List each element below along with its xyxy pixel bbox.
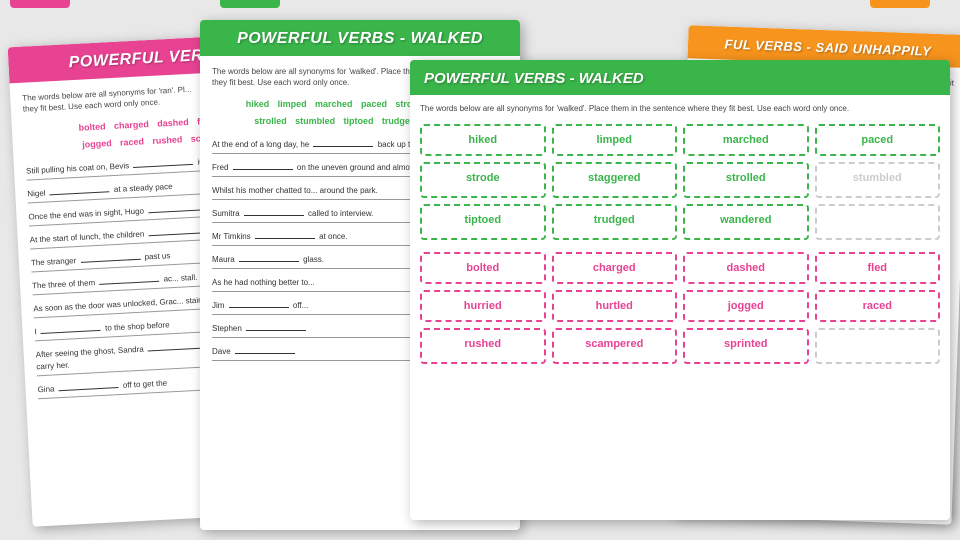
said-title: FUL VERBS - SAID UNHAPPILY <box>702 36 954 60</box>
tile-hurtled[interactable]: hurtled <box>552 290 678 322</box>
tiles-top-grid: hiked limped marched paced strode stagge… <box>420 124 940 240</box>
decorative-strip-right <box>870 0 930 8</box>
tile-rushed[interactable]: rushed <box>420 328 546 364</box>
tile-strode[interactable]: strode <box>420 162 546 198</box>
tile-jogged[interactable]: jogged <box>683 290 809 322</box>
tile-trudged[interactable]: trudged <box>552 204 678 240</box>
tile-strolled[interactable]: strolled <box>683 162 809 198</box>
worksheet-tiles: POWERFUL VERBS - WALKED The words below … <box>410 60 950 520</box>
walked-title: POWERFUL VERBS - WALKED <box>214 30 506 48</box>
tiles-title: POWERFUL VERBS - WALKED <box>424 70 936 87</box>
tile-sprinted[interactable]: sprinted <box>683 328 809 364</box>
walked-header: POWERFUL VERBS - WALKED <box>200 20 520 56</box>
tile-scampered[interactable]: scampered <box>552 328 678 364</box>
tile-raced[interactable]: raced <box>815 290 941 322</box>
tiles-bottom-grid: bolted charged dashed fled hurried hurtl… <box>420 252 940 364</box>
tile-hurried[interactable]: hurried <box>420 290 546 322</box>
tile-hiked[interactable]: hiked <box>420 124 546 156</box>
decorative-strip-left <box>10 0 70 8</box>
tile-charged[interactable]: charged <box>552 252 678 284</box>
tile-fled[interactable]: fled <box>815 252 941 284</box>
tile-paced[interactable]: paced <box>815 124 941 156</box>
tile-wandered[interactable]: wandered <box>683 204 809 240</box>
tile-marched[interactable]: marched <box>683 124 809 156</box>
tile-tiptoed[interactable]: tiptoed <box>420 204 546 240</box>
tile-empty-2 <box>815 204 941 240</box>
tile-empty-1: stumbled <box>815 162 941 198</box>
tile-limped[interactable]: limped <box>552 124 678 156</box>
tile-dashed[interactable]: dashed <box>683 252 809 284</box>
tiles-body: The words below are all synonyms for 'wa… <box>410 95 950 384</box>
tile-bolted[interactable]: bolted <box>420 252 546 284</box>
tile-empty-3 <box>815 328 941 364</box>
tiles-instruction: The words below are all synonyms for 'wa… <box>420 103 940 114</box>
tiles-header: POWERFUL VERBS - WALKED <box>410 60 950 95</box>
decorative-strip-mid <box>220 0 280 8</box>
tile-staggered[interactable]: staggered <box>552 162 678 198</box>
